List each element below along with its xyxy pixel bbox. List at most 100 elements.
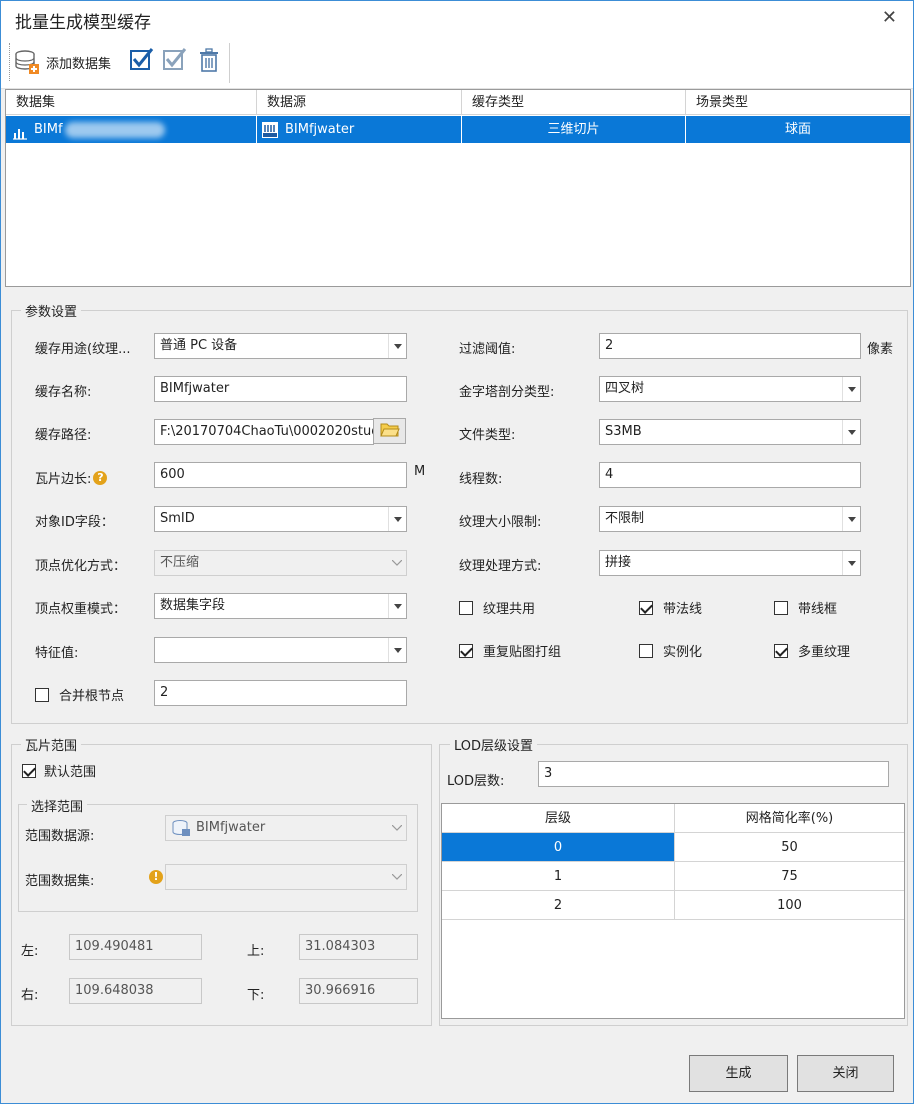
- batch-model-cache-dialog: 批量生成模型缓存 ✕ 添加数据集 数据集 数据源 缓存类型 场景类型 BIMf …: [0, 0, 914, 1104]
- add-dataset-button[interactable]: 添加数据集: [14, 47, 111, 77]
- tile-size-input[interactable]: 600: [154, 462, 407, 488]
- merge-root-input[interactable]: 2: [154, 680, 407, 706]
- cell-cache-type[interactable]: 三维切片: [462, 116, 686, 143]
- col-scene-type[interactable]: 场景类型: [686, 90, 910, 115]
- with-normals-box[interactable]: [639, 600, 653, 615]
- pyramid-type-select[interactable]: 四叉树: [599, 376, 861, 402]
- model-dataset-icon: [12, 123, 28, 140]
- instancing-checkbox[interactable]: 实例化: [639, 641, 702, 660]
- repeat-texture-group-checkbox[interactable]: 重复贴图打组: [459, 641, 561, 660]
- browse-folder-button[interactable]: [373, 418, 406, 444]
- texture-size-value: 不限制: [605, 511, 645, 526]
- repeat-texture-group-box[interactable]: [459, 643, 473, 658]
- window-title: 批量生成模型缓存: [15, 13, 151, 33]
- dropdown-arrow-icon: [388, 334, 406, 358]
- with-wireframe-checkbox[interactable]: 带线框: [774, 598, 837, 617]
- invert-selection-icon: [162, 47, 188, 77]
- table-row[interactable]: 0 50: [442, 833, 904, 862]
- pyramid-type-value: 四叉树: [605, 381, 645, 396]
- multi-texture-box[interactable]: [774, 643, 788, 658]
- datasource-icon: [171, 819, 191, 841]
- select-all-button[interactable]: [129, 47, 155, 77]
- toolbar-grip: [9, 43, 11, 81]
- table-row[interactable]: 1 75: [442, 862, 904, 891]
- texture-size-select[interactable]: 不限制: [599, 506, 861, 532]
- right-label: 右:: [21, 988, 39, 1003]
- bottom-input: 30.966916: [299, 978, 418, 1004]
- cell-datasource-text: BIMfjwater: [285, 122, 355, 137]
- merge-root-checkbox[interactable]: 合并根节点: [35, 685, 124, 704]
- filter-threshold-input[interactable]: 2: [599, 333, 861, 359]
- vertex-weight-select[interactable]: 数据集字段: [154, 593, 407, 619]
- blurred-dataset-name: [64, 121, 165, 138]
- file-type-select[interactable]: S3MB: [599, 419, 861, 445]
- level-cell[interactable]: 2: [442, 891, 675, 920]
- object-id-select[interactable]: SmID: [154, 506, 407, 532]
- top-input: 31.084303: [299, 934, 418, 960]
- select-range-legend: 选择范围: [27, 796, 88, 815]
- col-level[interactable]: 层级: [442, 804, 675, 833]
- lod-count-label: LOD层数:: [447, 774, 505, 789]
- rate-cell[interactable]: 100: [675, 891, 904, 920]
- table-row[interactable]: BIMf BIMfjwater 三维切片 球面: [6, 116, 910, 143]
- rate-cell[interactable]: 75: [675, 862, 904, 891]
- close-button[interactable]: 关闭: [797, 1055, 894, 1092]
- thread-count-label: 线程数:: [459, 472, 503, 487]
- dataset-table[interactable]: 数据集 数据源 缓存类型 场景类型 BIMf BIMfjwater 三维切片 球…: [5, 89, 911, 287]
- default-range-label: 默认范围: [44, 765, 97, 780]
- level-cell[interactable]: 1: [442, 862, 675, 891]
- lod-legend: LOD层级设置: [450, 735, 538, 754]
- with-normals-checkbox[interactable]: 带法线: [639, 598, 702, 617]
- table-header: 数据集 数据源 缓存类型 场景类型: [6, 90, 910, 115]
- select-all-icon: [129, 47, 155, 77]
- tile-size-unit: M: [414, 464, 426, 479]
- lod-count-input[interactable]: 3: [538, 761, 889, 787]
- texture-process-select[interactable]: 拼接: [599, 550, 861, 576]
- instancing-box[interactable]: [639, 643, 653, 658]
- cache-usage-select[interactable]: 普通 PC 设备: [154, 333, 407, 359]
- texture-share-box[interactable]: [459, 600, 473, 615]
- dropdown-arrow-icon: [388, 594, 406, 618]
- cell-scene-type[interactable]: 球面: [686, 116, 910, 143]
- col-simplify-rate[interactable]: 网格简化率(%): [675, 804, 904, 833]
- default-range-checkbox[interactable]: 默认范围: [22, 761, 96, 780]
- dropdown-arrow-icon: [842, 377, 860, 401]
- add-dataset-label: 添加数据集: [46, 56, 112, 72]
- cache-path-label: 缓存路径:: [35, 428, 92, 443]
- merge-root-label: 合并根节点: [59, 689, 125, 704]
- left-input: 109.490481: [69, 934, 202, 960]
- with-wireframe-box[interactable]: [774, 600, 788, 615]
- col-cache-type[interactable]: 缓存类型: [462, 90, 686, 115]
- feature-value-select[interactable]: [154, 637, 407, 663]
- tile-range-legend: 瓦片范围: [21, 735, 82, 754]
- params-legend: 参数设置: [21, 301, 82, 320]
- bottom-label: 下:: [247, 988, 265, 1003]
- lod-table[interactable]: 层级 网格简化率(%) 0 50 1 75 2 100: [441, 803, 905, 1019]
- col-dataset[interactable]: 数据集: [6, 90, 257, 115]
- vertex-weight-label: 顶点权重模式：: [35, 602, 127, 617]
- warning-icon: !: [149, 870, 163, 884]
- thread-count-input[interactable]: 4: [599, 462, 861, 488]
- multi-texture-checkbox[interactable]: 多重纹理: [774, 641, 850, 660]
- texture-share-label: 纹理共用: [483, 602, 536, 617]
- trash-icon: [196, 47, 222, 77]
- default-range-box[interactable]: [22, 763, 36, 778]
- level-cell[interactable]: 0: [442, 833, 675, 862]
- toolbar: 添加数据集: [1, 37, 913, 89]
- delete-button[interactable]: [196, 47, 222, 77]
- close-icon[interactable]: ✕: [882, 7, 897, 28]
- help-icon[interactable]: ?: [93, 470, 108, 485]
- texture-share-checkbox[interactable]: 纹理共用: [459, 598, 535, 617]
- cache-path-input[interactable]: F:\20170704ChaoTu\0002020stud: [154, 419, 374, 445]
- table-row[interactable]: 2 100: [442, 891, 904, 920]
- add-dataset-icon: [14, 49, 40, 75]
- vertex-optimize-select: 不压缩: [154, 550, 407, 576]
- col-datasource[interactable]: 数据源: [257, 90, 462, 115]
- texture-process-value: 拼接: [605, 555, 632, 570]
- merge-root-box[interactable]: [35, 687, 49, 702]
- cache-name-input[interactable]: BIMfjwater: [154, 376, 407, 402]
- top-label: 上:: [247, 944, 265, 959]
- generate-button[interactable]: 生成: [689, 1055, 788, 1092]
- rate-cell[interactable]: 50: [675, 833, 904, 862]
- invert-selection-button[interactable]: [162, 47, 188, 77]
